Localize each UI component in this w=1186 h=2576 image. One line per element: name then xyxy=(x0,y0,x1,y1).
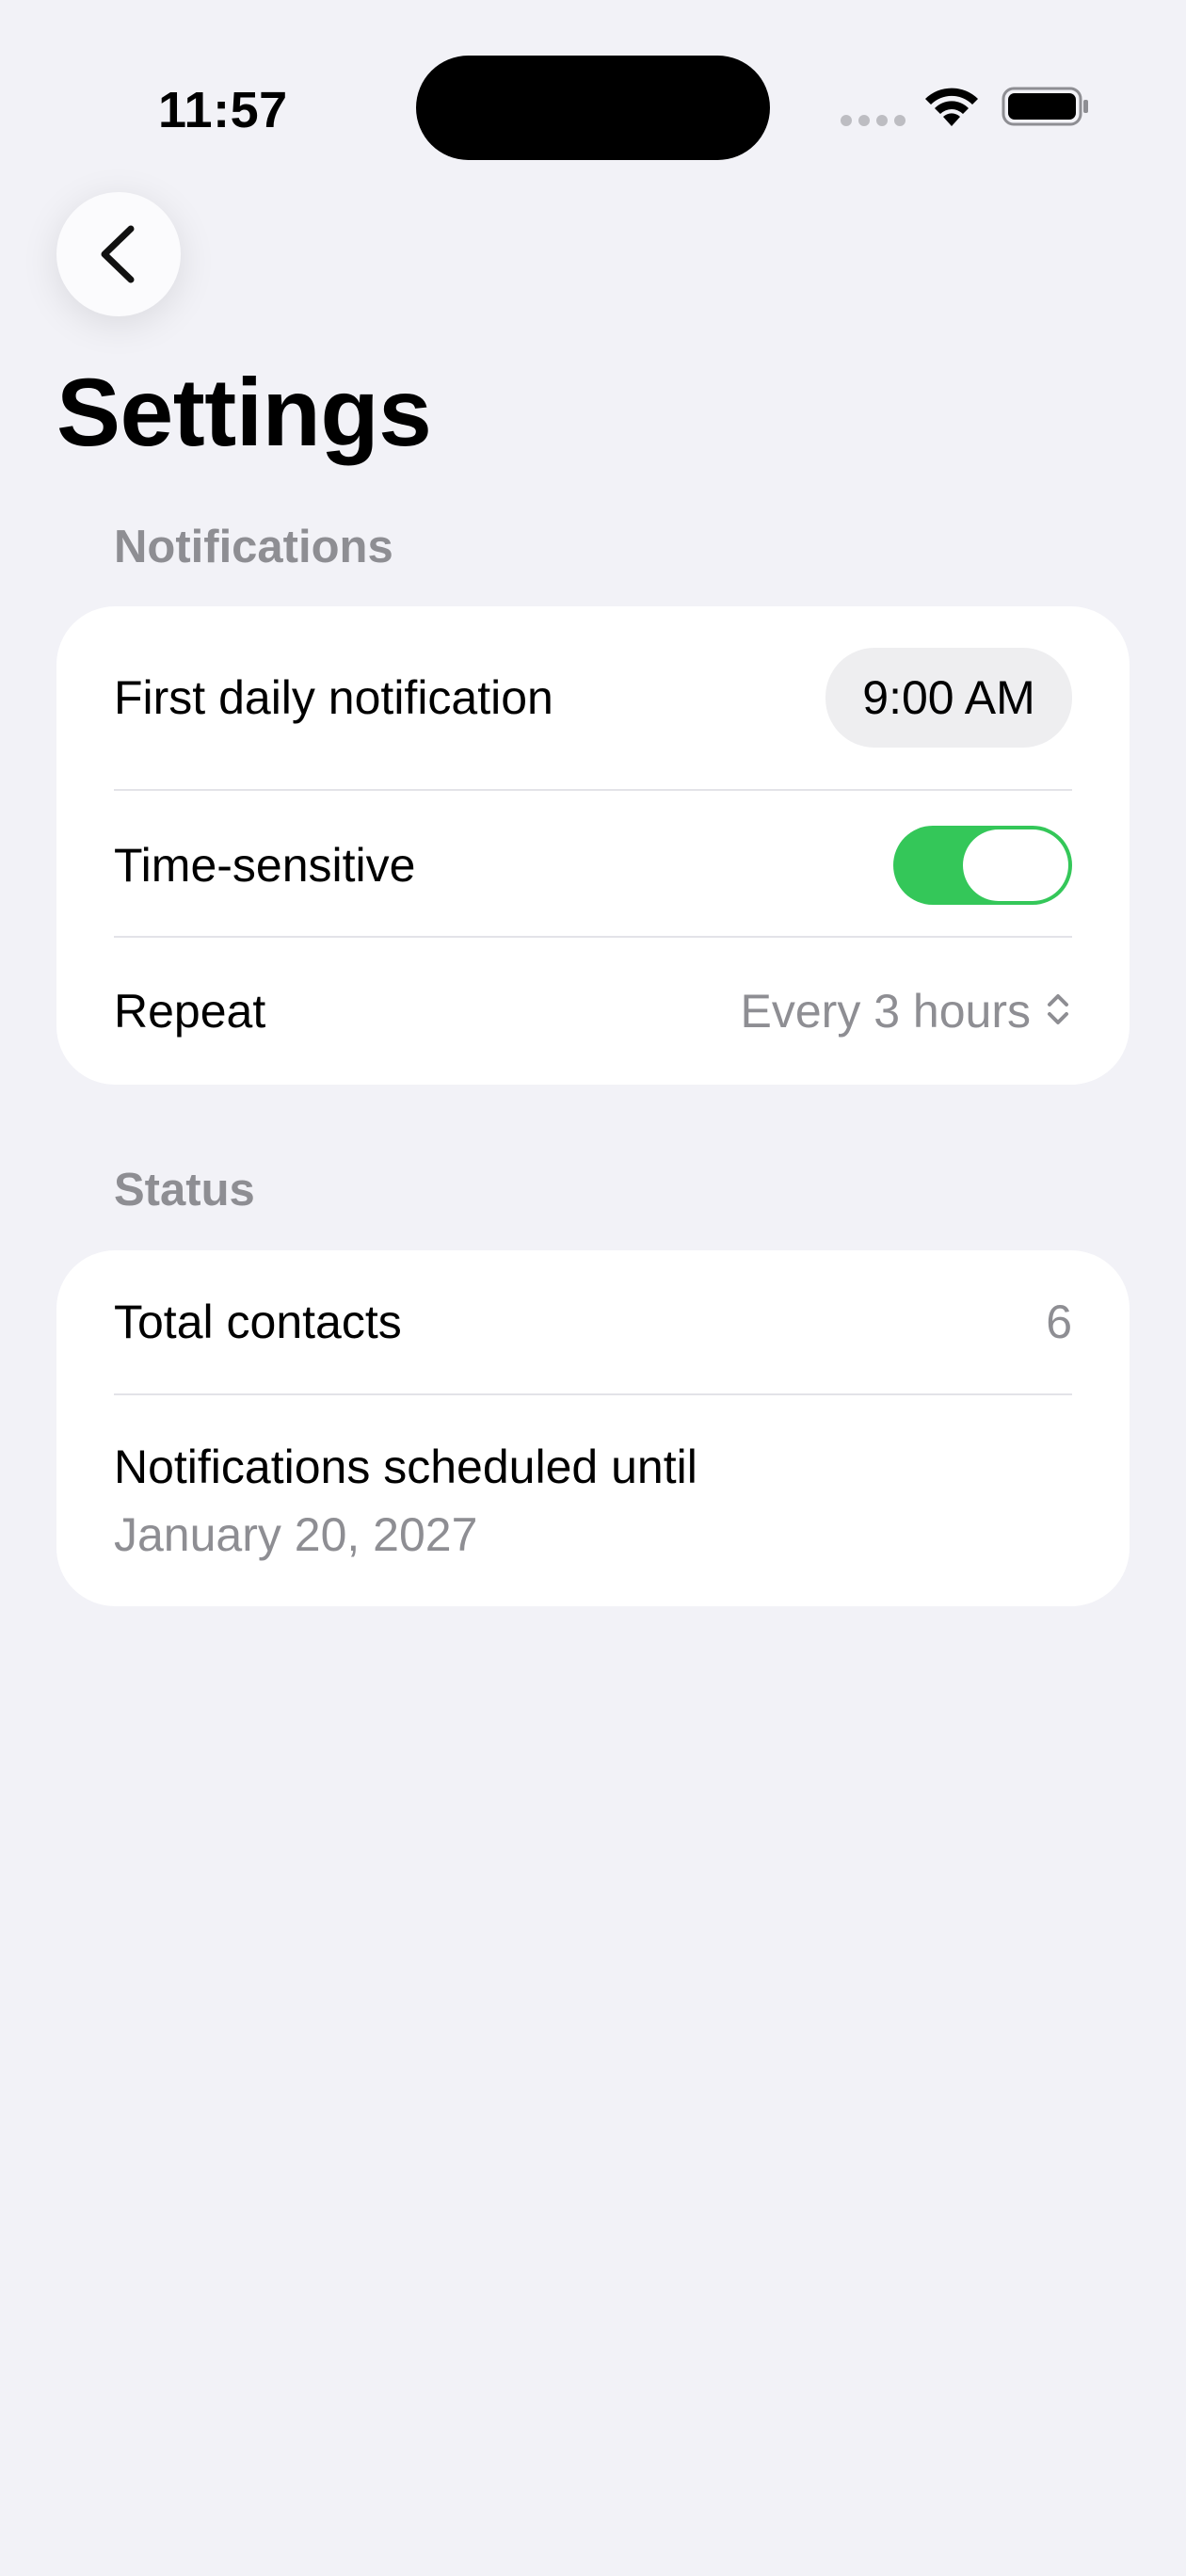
total-contacts-label: Total contacts xyxy=(114,1296,402,1348)
toggle-knob xyxy=(963,829,1068,901)
row-time-sensitive: Time-sensitive xyxy=(114,791,1072,940)
divider xyxy=(114,1393,1072,1395)
wifi-icon xyxy=(925,88,978,126)
battery-icon xyxy=(1002,87,1088,126)
time-sensitive-toggle[interactable] xyxy=(893,826,1072,905)
back-button[interactable] xyxy=(56,192,181,316)
scheduled-until-value: January 20, 2027 xyxy=(114,1508,478,1561)
cellular-signal-icon xyxy=(841,115,906,126)
total-contacts-value: 6 xyxy=(1046,1296,1072,1348)
scheduled-until-label: Notifications scheduled until xyxy=(114,1441,697,1493)
row-notifications-scheduled: Notifications scheduled until January 20… xyxy=(114,1439,697,1563)
row-first-daily-notification: First daily notification 9:00 AM xyxy=(114,648,1072,748)
notifications-card: First daily notification 9:00 AM Time-se… xyxy=(56,606,1130,1085)
settings-screen: 11:57 Settings Notifications First daily… xyxy=(0,0,1186,2576)
chevron-left-icon xyxy=(101,225,135,283)
time-picker-button[interactable]: 9:00 AM xyxy=(825,648,1072,748)
row-repeat[interactable]: Repeat Every 3 hours xyxy=(114,938,1072,1085)
row-total-contacts: Total contacts 6 xyxy=(114,1250,1072,1393)
page-title: Settings xyxy=(56,359,432,466)
chevron-up-down-icon xyxy=(1044,990,1072,1033)
repeat-picker[interactable]: Every 3 hours xyxy=(741,984,1072,1038)
dynamic-island xyxy=(416,56,770,160)
section-header-status: Status xyxy=(114,1165,255,1216)
status-card: Total contacts 6 Notifications scheduled… xyxy=(56,1250,1130,1606)
time-sensitive-label: Time-sensitive xyxy=(114,839,416,892)
repeat-label: Repeat xyxy=(114,985,266,1038)
repeat-value: Every 3 hours xyxy=(740,985,1031,1038)
status-time: 11:57 xyxy=(158,82,288,138)
first-daily-notification-label: First daily notification xyxy=(114,671,553,724)
section-header-notifications: Notifications xyxy=(114,522,393,572)
